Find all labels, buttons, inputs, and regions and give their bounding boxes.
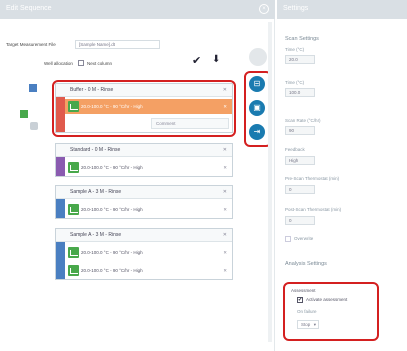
scan-settings-title: Scan Settings	[285, 36, 319, 42]
sequence-name: Sample A - 3 M - Rinse	[70, 189, 122, 195]
method-text: 20.0-100.0 °C - 90 °C/hr - High	[81, 268, 143, 273]
field-label: Time (°C)	[285, 47, 305, 52]
user-icon-left[interactable]	[30, 122, 38, 130]
scrollbar[interactable]	[268, 22, 272, 342]
close-icon[interactable]: ×	[259, 4, 269, 14]
remove-icon[interactable]: ✕	[223, 144, 227, 157]
sequence-header: Standard - 0 M - Rinse ✕	[56, 144, 232, 157]
play-icon[interactable]	[249, 48, 267, 66]
method-row[interactable]: 20.0-100.0 °C - 90 °C/hr - High ✕	[65, 160, 232, 175]
field-label: Scan Rate (°C/hr)	[285, 118, 321, 123]
method-icon	[68, 162, 79, 173]
remove-icon[interactable]: ✕	[223, 229, 227, 242]
overwrite-label: Overwrite	[294, 236, 314, 241]
sequence-card-2[interactable]: Standard - 0 M - Rinse ✕ 20.0-100.0 °C -…	[55, 143, 233, 177]
pre-scan-field[interactable]: 0	[285, 185, 315, 194]
remove-icon[interactable]: ✕	[223, 263, 227, 278]
method-text: 20.0-100.0 °C - 90 °C/hr - High	[81, 250, 143, 255]
target-file-label: Target Measurement File	[6, 42, 56, 47]
sequence-header: Sample A - 3 M - Rinse ✕	[56, 229, 232, 242]
remove-icon[interactable]: ✕	[223, 202, 227, 217]
method-row[interactable]: 20.0-100.0 °C - 90 °C/hr - High ✕	[65, 245, 232, 260]
method-row[interactable]: 20.0-100.0 °C - 90 °C/hr - High ✕	[65, 202, 232, 217]
method-text: 20.0-100.0 °C - 90 °C/hr - High	[81, 207, 143, 212]
target-file-input[interactable]: [Sample Name].dt	[75, 40, 160, 49]
sequence-name: Standard - 0 M - Rinse	[70, 147, 121, 153]
settings-panel: Settings Scan Settings Time (°C) 20.0 Ti…	[277, 0, 407, 351]
method-icon	[68, 265, 79, 276]
field-label: Post-Scan Thermostat (min)	[285, 207, 342, 212]
remove-icon[interactable]: ✕	[223, 160, 227, 175]
edit-icon-left[interactable]	[29, 84, 37, 92]
feedback-select[interactable]: High	[285, 156, 315, 165]
sequence-header: Sample A - 3 M - Rinse ✕	[56, 186, 232, 199]
remove-icon[interactable]: ✕	[223, 186, 227, 199]
panel-title: Edit Sequence	[0, 0, 275, 19]
remove-icon[interactable]: ✕	[223, 245, 227, 260]
sequence-name: Sample A - 3 M - Rinse	[70, 232, 122, 238]
end-temp-field[interactable]: 100.0	[285, 88, 315, 97]
download-icon[interactable]: ⬇	[212, 54, 222, 66]
sequence-card-4[interactable]: Sample A - 3 M - Rinse ✕ 20.0-100.0 °C -…	[55, 228, 233, 280]
edit-sequence-panel: Edit Sequence × Target Measurement File …	[0, 0, 275, 351]
analysis-settings-title: Analysis Settings	[285, 261, 327, 267]
field-label: Time (°C)	[285, 80, 305, 85]
scan-rate-field[interactable]: 90	[285, 126, 315, 135]
well-allocation-label: Well allocation	[44, 61, 73, 66]
checkbox-icon[interactable]	[78, 60, 84, 66]
settings-title: Settings	[277, 0, 407, 19]
well-allocation-value[interactable]: Next column	[87, 61, 112, 66]
method-icon-left[interactable]	[20, 110, 28, 118]
highlight-box-assessment	[283, 282, 379, 341]
method-icon	[68, 204, 79, 215]
field-label: Pre-Scan Thermostat (min)	[285, 176, 340, 181]
sequence-card-3[interactable]: Sample A - 3 M - Rinse ✕ 20.0-100.0 °C -…	[55, 185, 233, 219]
method-row[interactable]: 20.0-100.0 °C - 90 °C/hr - High ✕	[65, 263, 232, 278]
field-label: Feedback	[285, 147, 305, 152]
highlight-box-sequence	[52, 80, 236, 137]
method-icon	[68, 247, 79, 258]
post-scan-field[interactable]: 0	[285, 216, 315, 225]
method-text: 20.0-100.0 °C - 90 °C/hr - High	[81, 165, 143, 170]
overwrite-checkbox[interactable]	[285, 236, 291, 242]
start-temp-field[interactable]: 20.0	[285, 55, 315, 64]
check-icon[interactable]: ✔	[192, 56, 202, 67]
